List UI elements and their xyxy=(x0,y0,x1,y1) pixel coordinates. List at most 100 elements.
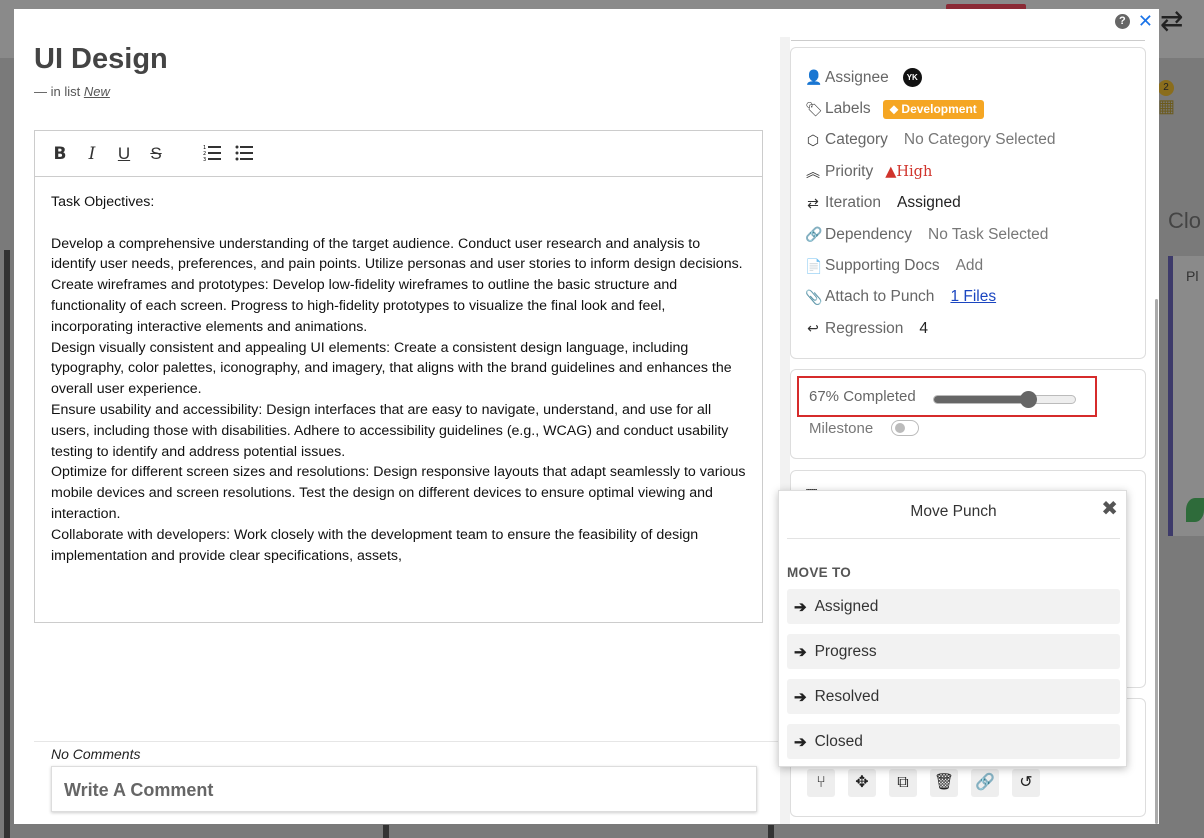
modal-controls: ? ✕ xyxy=(1114,12,1153,30)
milestone-toggle-knob xyxy=(895,423,905,433)
labels-label: Labels xyxy=(825,100,871,118)
priority-value[interactable]: ▲High xyxy=(885,164,932,180)
popover-title: Move Punch xyxy=(910,503,997,520)
properties-card: 👤 Assignee YK 🏷 Labels ⬥ Development ⬡ C… xyxy=(790,47,1146,359)
labels-row[interactable]: 🏷 Labels ⬥ Development xyxy=(805,93,1145,124)
trash-icon[interactable]: 🗑 xyxy=(930,769,958,797)
retweet-icon: ⇄ xyxy=(807,194,819,211)
move-option-assigned[interactable]: ➔ Assigned xyxy=(787,589,1120,624)
files-link[interactable]: 1 Files xyxy=(950,288,996,306)
sidebar-top-line xyxy=(791,37,1145,41)
move-option-progress[interactable]: ➔ Progress xyxy=(787,634,1120,669)
editor-paragraph: Develop a comprehensive understanding of… xyxy=(51,235,743,273)
background-column-title: Clo xyxy=(1168,208,1202,233)
copy-icon[interactable]: ⧉ xyxy=(889,769,917,797)
background-divider xyxy=(383,825,389,838)
modal-scrollbar[interactable] xyxy=(1155,299,1158,824)
docs-row[interactable]: 📄 Supporting Docs Add xyxy=(805,250,1145,281)
move-to-label: MOVE TO xyxy=(787,565,852,580)
editor-paragraph: Design visually consistent and appealing… xyxy=(51,339,732,398)
background-leaf-icon xyxy=(1186,498,1204,522)
editor-paragraph: Collaborate with developers: Work closel… xyxy=(51,526,699,564)
help-icon[interactable]: ? xyxy=(1114,13,1130,29)
in-list-label: — in list xyxy=(34,84,81,99)
popover-divider xyxy=(787,538,1120,539)
bullet-list-icon[interactable] xyxy=(235,144,253,164)
strikethrough-icon[interactable]: S xyxy=(147,144,165,164)
background-divider xyxy=(4,250,10,838)
action-buttons: ⑂ ✥ ⧉ 🗑 🔗 ↺ xyxy=(807,769,1040,797)
link-icon: 🔗 xyxy=(805,226,823,243)
task-title[interactable]: UI Design xyxy=(34,43,168,76)
tags-icon: 🏷 xyxy=(805,100,823,117)
regression-label: Regression xyxy=(825,319,904,337)
arrow-right-icon: ➔ xyxy=(794,688,807,706)
editor-paragraph: Optimize for different screen sizes and … xyxy=(51,464,746,522)
file-icon: 📄 xyxy=(805,257,823,274)
arrow-right-icon: ➔ xyxy=(794,643,807,661)
progress-card: 67% Completed Milestone xyxy=(790,369,1146,459)
link-icon[interactable]: 🔗 xyxy=(971,769,999,797)
dependency-label: Dependency xyxy=(825,225,913,243)
ordered-list-icon[interactable]: 123 xyxy=(203,144,221,164)
task-list-info: — in list New xyxy=(34,84,110,99)
iteration-label: Iteration xyxy=(825,194,882,212)
move-option-label: Resolved xyxy=(814,687,880,705)
cube-icon: ⬡ xyxy=(806,131,820,148)
move-icon[interactable]: ✥ xyxy=(848,769,876,797)
close-icon[interactable]: ✖ xyxy=(1101,499,1118,519)
comment-input[interactable]: Write A Comment xyxy=(51,766,757,812)
category-value[interactable]: No Category Selected xyxy=(904,131,1056,149)
iteration-row[interactable]: ⇄ Iteration Assigned xyxy=(805,188,1145,219)
category-label: Category xyxy=(825,131,888,149)
assignee-row[interactable]: 👤 Assignee YK xyxy=(805,62,1145,93)
background-sync-icon: ⇄ xyxy=(1160,5,1184,36)
priority-row[interactable]: ︽ Priority ▲High xyxy=(805,156,1145,187)
editor-paragraph: Ensure usability and accessibility: Desi… xyxy=(51,401,729,460)
regression-row[interactable]: ↩ Regression 4 xyxy=(805,313,1145,344)
regression-value[interactable]: 4 xyxy=(919,320,928,338)
italic-icon[interactable]: I xyxy=(83,144,101,164)
milestone-label: Milestone xyxy=(809,420,874,437)
iteration-value[interactable]: Assigned xyxy=(897,194,961,212)
move-option-label: Assigned xyxy=(814,597,879,615)
progress-slider-fill xyxy=(934,396,1029,403)
arrow-right-icon: ➔ xyxy=(794,733,807,751)
dependency-value[interactable]: No Task Selected xyxy=(928,226,1048,244)
editor-paragraph: Create wireframes and prototypes: Develo… xyxy=(51,277,678,335)
list-link[interactable]: New xyxy=(84,84,110,99)
paperclip-icon: 📎 xyxy=(805,288,823,305)
task-main-panel: UI Design — in list New B I U S 123 Task… xyxy=(26,37,780,824)
move-option-closed[interactable]: ➔ Closed xyxy=(787,724,1120,759)
attach-label: Attach to Punch xyxy=(825,288,935,306)
docs-label: Supporting Docs xyxy=(825,257,940,275)
double-chevron-up-icon: ︽ xyxy=(806,163,820,180)
dependency-row[interactable]: 🔗 Dependency No Task Selected xyxy=(805,219,1145,250)
category-row[interactable]: ⬡ Category No Category Selected xyxy=(805,125,1145,156)
attach-row[interactable]: 📎 Attach to Punch 1 Files xyxy=(805,282,1145,313)
assignee-label: Assignee xyxy=(825,68,889,86)
avatar[interactable]: YK xyxy=(902,68,922,88)
milestone-toggle[interactable] xyxy=(891,420,919,436)
background-card-title: Pl xyxy=(1186,268,1199,284)
move-option-resolved[interactable]: ➔ Resolved xyxy=(787,679,1120,714)
progress-slider[interactable] xyxy=(933,391,1076,408)
move-option-label: Progress xyxy=(814,642,877,660)
editor-content[interactable]: Task Objectives: Develop a comprehensive… xyxy=(35,177,762,581)
underline-icon[interactable]: U xyxy=(115,144,133,164)
svg-text:3: 3 xyxy=(203,157,206,162)
description-editor[interactable]: B I U S 123 Task Objectives: Develop a c… xyxy=(34,130,763,623)
bold-icon[interactable]: B xyxy=(51,144,69,164)
branch-icon[interactable]: ⑂ xyxy=(807,769,835,797)
priority-label: Priority xyxy=(825,162,874,180)
label-badge[interactable]: ⬥ Development xyxy=(882,99,984,119)
background-divider xyxy=(768,825,774,838)
comments-section: No Comments Write A Comment xyxy=(34,741,780,812)
close-icon[interactable]: ✕ xyxy=(1138,12,1153,30)
arrow-right-icon: ➔ xyxy=(794,598,807,616)
docs-add-button[interactable]: Add xyxy=(956,257,984,275)
user-icon: 👤 xyxy=(805,69,823,86)
progress-label: 67% Completed xyxy=(809,388,916,405)
history-icon[interactable]: ↺ xyxy=(1012,769,1040,797)
move-option-label: Closed xyxy=(814,732,863,750)
